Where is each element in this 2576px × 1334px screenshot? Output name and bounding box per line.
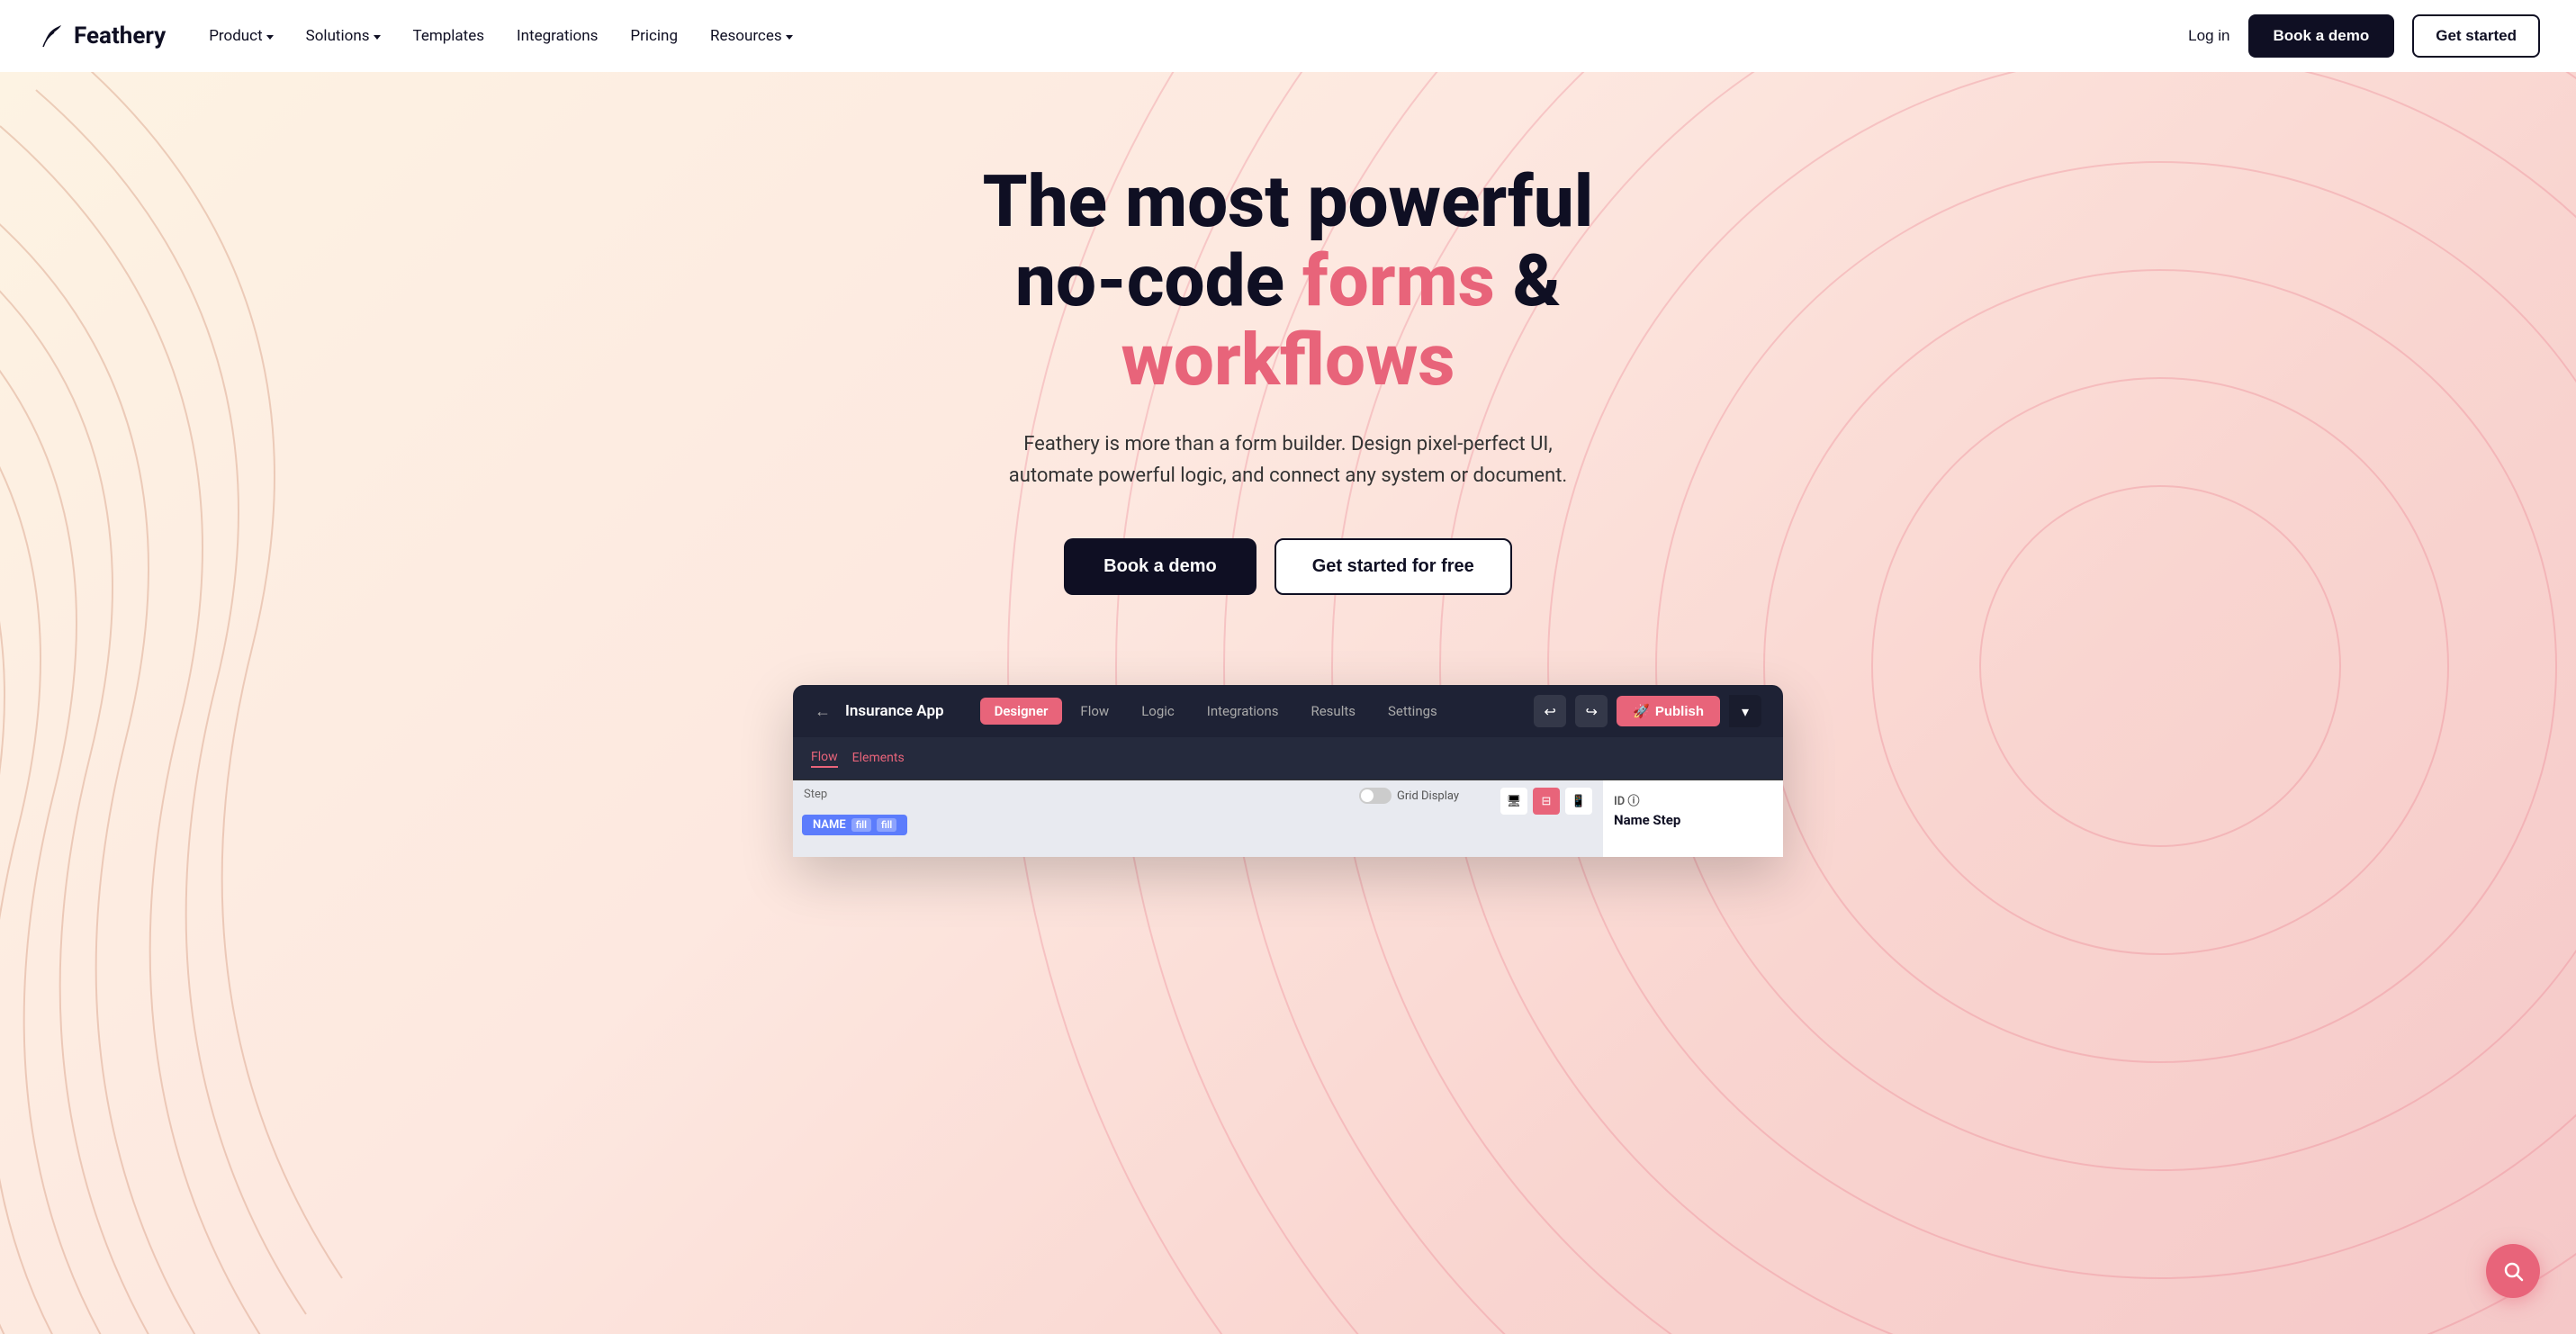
nav-integrations[interactable]: Integrations [517, 27, 598, 45]
fill-tag-2: fill [877, 818, 896, 832]
toolbar-elements-tab[interactable]: Elements [852, 751, 905, 767]
nav-links: Product Solutions Templates Integrations… [209, 27, 2188, 45]
tab-designer[interactable]: Designer [980, 698, 1063, 725]
nav-product[interactable]: Product [209, 27, 273, 45]
right-panel-step-name: Name Step [1614, 812, 1772, 828]
feathery-logo-icon [36, 22, 65, 50]
app-bar-tabs: Designer Flow Logic Integrations Results… [980, 698, 1520, 725]
search-fab-button[interactable] [2486, 1244, 2540, 1298]
hero-title-nocode: no-code [1015, 239, 1302, 323]
chevron-down-icon [374, 35, 381, 40]
canvas-name-element[interactable]: NAME fill fill [802, 815, 907, 835]
nav-templates[interactable]: Templates [413, 27, 485, 45]
canvas-icons: 🖥 ⊟ 📱 [1500, 788, 1592, 815]
hero-content: The most powerful no-code forms & workfl… [838, 72, 1738, 649]
hero-title-and: & [1495, 239, 1561, 323]
app-canvas: Step 🖥 ⊟ 📱 Grid Display NAME fill fill [793, 780, 1603, 857]
get-started-free-button[interactable]: Get started for free [1274, 538, 1512, 595]
chevron-down-icon [266, 35, 274, 40]
logo-link[interactable]: Feathery [36, 22, 166, 50]
app-right-panel: ID ⓘ Name Step [1603, 780, 1783, 857]
grid-display-label: Grid Display [1397, 789, 1459, 803]
nav-solutions[interactable]: Solutions [306, 27, 381, 45]
back-button[interactable]: ← [815, 702, 831, 721]
step-label: Step [804, 788, 827, 801]
toolbar-flow-tab[interactable]: Flow [811, 750, 838, 768]
publish-dropdown-button[interactable]: ▾ [1729, 695, 1761, 727]
tab-flow[interactable]: Flow [1066, 698, 1123, 725]
app-title: Insurance App [845, 702, 944, 720]
nav-resources[interactable]: Resources [710, 27, 793, 45]
hero-title-forms: forms [1302, 239, 1495, 323]
tab-settings[interactable]: Settings [1374, 698, 1452, 725]
hero-title-workflows: workflows [1121, 318, 1455, 402]
logo-text: Feathery [74, 23, 166, 50]
mobile-icon[interactable]: 📱 [1565, 788, 1592, 815]
nav-pricing[interactable]: Pricing [630, 27, 678, 45]
tablet-icon[interactable]: ⊟ [1533, 788, 1560, 815]
hero-cta: Book a demo Get started for free [874, 538, 1702, 595]
hero-subtitle: Feathery is more than a form builder. De… [982, 428, 1594, 491]
hero-section: The most powerful no-code forms & workfl… [0, 72, 2576, 1334]
rocket-icon: 🚀 [1633, 703, 1650, 719]
login-button[interactable]: Log in [2188, 27, 2229, 45]
hero-title: The most powerful no-code forms & workfl… [874, 162, 1702, 400]
app-bar-actions: ↩ ↪ 🚀 Publish ▾ [1534, 695, 1761, 727]
app-body: Step 🖥 ⊟ 📱 Grid Display NAME fill fill [793, 780, 1783, 857]
publish-button[interactable]: 🚀 Publish [1617, 696, 1720, 726]
tab-integrations[interactable]: Integrations [1193, 698, 1293, 725]
book-demo-button-nav[interactable]: Book a demo [2248, 14, 2395, 58]
app-bar: ← Insurance App Designer Flow Logic Inte… [793, 685, 1783, 737]
redo-button[interactable]: ↪ [1575, 695, 1608, 727]
fill-tag-1: fill [851, 818, 871, 832]
get-started-button-nav[interactable]: Get started [2412, 14, 2540, 58]
hero-title-line2: no-code forms & workflows [1015, 239, 1561, 402]
book-demo-button-hero[interactable]: Book a demo [1064, 538, 1256, 595]
tab-logic[interactable]: Logic [1127, 698, 1189, 725]
undo-button[interactable]: ↩ [1534, 695, 1566, 727]
search-icon [2502, 1260, 2524, 1282]
desktop-icon[interactable]: 🖥 [1500, 788, 1527, 815]
app-preview: ← Insurance App Designer Flow Logic Inte… [793, 685, 1783, 857]
hero-title-line1: The most powerful [983, 159, 1594, 244]
app-toolbar: Flow Elements [793, 737, 1783, 780]
grid-display: Grid Display [1359, 788, 1459, 804]
navbar: Feathery Product Solutions Templates Int… [0, 0, 2576, 72]
grid-toggle[interactable] [1359, 788, 1392, 804]
nav-actions: Log in Book a demo Get started [2188, 14, 2540, 58]
publish-label: Publish [1655, 704, 1704, 719]
tab-results[interactable]: Results [1296, 698, 1370, 725]
right-panel-id-label: ID ⓘ [1614, 791, 1772, 808]
chevron-down-icon [786, 35, 793, 40]
